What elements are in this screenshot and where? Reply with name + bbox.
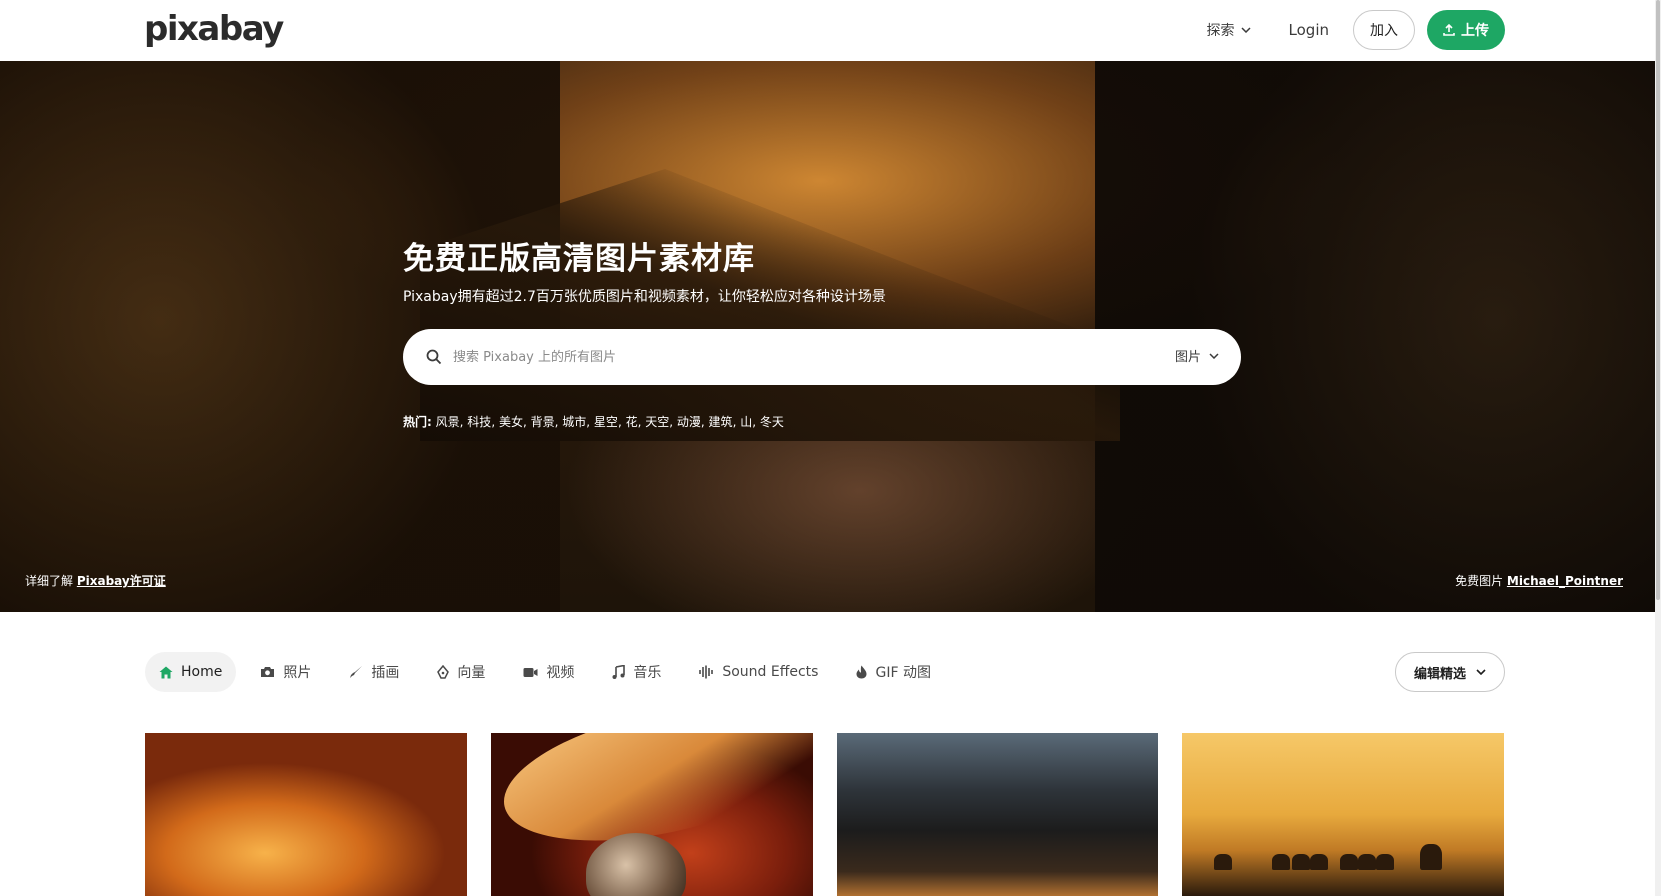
chevron-down-icon [1476,669,1486,675]
tab-label: 音乐 [633,665,662,681]
image-detail [1292,854,1311,870]
image-detail [585,833,686,896]
image-detail [1272,854,1291,870]
home-icon [159,666,173,678]
pen-nib-icon [437,665,450,679]
upload-icon [1443,24,1455,36]
tab-videos[interactable]: 视频 [509,652,588,692]
license-note: 详细了解 Pixabay许可证 [25,572,166,589]
license-prefix: 详细了解 [25,574,74,588]
search-icon[interactable] [425,348,443,366]
image-detail [1420,844,1443,870]
trending-item[interactable]: 山 [740,415,752,429]
trending-label: 热门: [403,415,432,429]
trending-item[interactable]: 科技 [467,415,491,429]
tab-label: Sound Effects [722,664,819,680]
trending-item[interactable]: 天空 [645,415,669,429]
trending-item[interactable]: 动漫 [677,415,701,429]
image-tile-sunset-clouds[interactable] [145,733,467,896]
trending-item[interactable]: 风景 [436,415,460,429]
image-tile-seashell[interactable] [490,733,813,896]
image-detail [1340,854,1359,870]
image-detail [1214,854,1233,870]
trending-item[interactable]: 城市 [562,415,586,429]
tab-label: 照片 [283,665,312,681]
tab-label: Home [181,664,223,680]
media-type-tabs: Home 照片 插画 向量 视频 音乐 Sound Effects GIF 动图 [145,652,955,692]
tab-label: GIF 动图 [875,665,931,681]
pixabay-logo[interactable]: pixabay [144,9,284,49]
credit-author-link[interactable]: Michael_Pointner [1507,574,1623,588]
gif-flame-icon [856,665,867,679]
upload-label: 上传 [1461,23,1489,39]
photo-credit: 免费图片 Michael_Pointner [1455,572,1623,589]
search-input[interactable] [453,343,1093,371]
image-grid [145,733,1504,896]
login-link[interactable]: Login [1289,21,1329,39]
camera-icon [261,667,275,677]
tab-label: 插画 [371,665,400,681]
image-tile-dark-clouds[interactable] [836,733,1159,896]
hero-title: 免费正版高清图片素材库 [403,241,755,277]
sort-label: 编辑精选 [1413,666,1466,682]
trending-item[interactable]: 冬天 [760,415,784,429]
tab-sound-effects[interactable]: Sound Effects [685,652,832,692]
chevron-down-icon [1209,352,1219,359]
search-bar: 图片 [403,329,1241,385]
tab-vectors[interactable]: 向量 [423,652,499,692]
hero-subtitle: Pixabay拥有超过2.7百万张优质图片和视频素材，让你轻松应对各种设计场景 [403,289,886,305]
explore-label: 探索 [1206,23,1235,39]
search-type-dropdown[interactable]: 图片 [1175,346,1219,365]
join-button[interactable]: 加入 [1353,10,1415,50]
credit-prefix: 免费图片 [1455,574,1504,588]
tab-gif[interactable]: GIF 动图 [842,652,944,692]
image-tile-deer-field[interactable] [1182,733,1504,896]
tab-illustrations[interactable]: 插画 [335,652,413,692]
chevron-down-icon [1241,27,1251,33]
trending-item[interactable]: 背景 [531,415,555,429]
hero-banner: 免费正版高清图片素材库 Pixabay拥有超过2.7百万张优质图片和视频素材，让… [0,61,1655,612]
trending-item[interactable]: 花 [626,415,638,429]
waveform-icon [699,665,714,679]
upload-button[interactable]: 上传 [1427,10,1505,50]
trending-item[interactable]: 建筑 [709,415,733,429]
video-camera-icon [523,667,538,677]
music-note-icon [612,665,626,679]
tab-label: 向量 [457,665,486,681]
tab-label: 视频 [546,665,575,681]
scrollbar-thumb[interactable] [1656,0,1660,600]
license-link[interactable]: Pixabay许可证 [77,574,166,588]
tab-photos[interactable]: 照片 [246,652,325,692]
header-nav: 探索 Login 加入 上传 [1207,9,1505,51]
top-header: pixabay 探索 Login 加入 上传 [0,0,1661,61]
explore-menu[interactable]: 探索 [1207,20,1251,40]
trending-item[interactable]: 美女 [499,415,523,429]
image-detail [1310,854,1329,870]
image-detail [1376,854,1395,870]
trending-searches: 热门: 风景, 科技, 美女, 背景, 城市, 星空, 花, 天空, 动漫, 建… [403,415,784,429]
trending-item[interactable]: 星空 [594,415,618,429]
tab-home[interactable]: Home [145,652,237,692]
sort-dropdown[interactable]: 编辑精选 [1394,652,1505,692]
image-detail [1358,854,1377,870]
tab-music[interactable]: 音乐 [598,652,675,692]
search-type-label: 图片 [1174,350,1201,365]
brush-icon [350,666,363,678]
